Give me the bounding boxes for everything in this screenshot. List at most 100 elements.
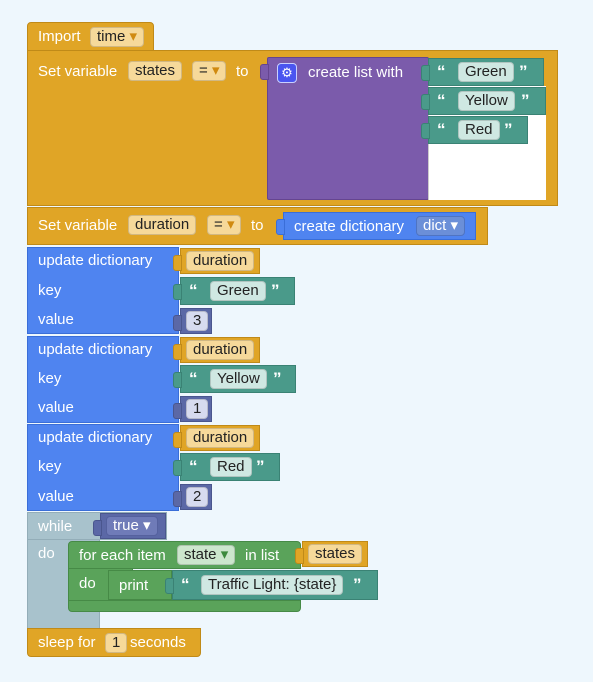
close-quote-icon: ”: [256, 457, 265, 476]
string-field[interactable]: Red: [458, 120, 500, 140]
dropdown-arrow-icon: ▾: [129, 28, 138, 45]
number-field[interactable]: 2: [186, 487, 209, 507]
key-label: key: [38, 282, 62, 299]
dropdown-arrow-icon: ▾: [226, 216, 235, 233]
connector-tab: [276, 219, 285, 235]
key-string-block[interactable]: “ Red ”: [173, 453, 280, 481]
connector-tab: [173, 460, 182, 476]
loop-variable-dropdown[interactable]: state ▾: [177, 545, 236, 565]
import-label: Import: [38, 28, 81, 45]
update-dictionary-label: update dictionary: [38, 252, 153, 269]
variable-field[interactable]: duration: [186, 428, 255, 448]
close-quote-icon: ”: [353, 575, 362, 594]
create-list-label: create list with: [308, 64, 404, 81]
connector-tab: [173, 403, 182, 419]
dropdown-arrow-icon: ▾: [143, 517, 151, 534]
do-label: do: [79, 575, 96, 592]
connector-tab: [260, 64, 269, 80]
sleep-seconds-field[interactable]: 1: [105, 633, 128, 653]
variable-name-field[interactable]: duration: [128, 215, 197, 235]
string-field[interactable]: Yellow: [458, 91, 515, 111]
to-label: to: [236, 63, 249, 80]
key-string-block[interactable]: “ Green ”: [173, 277, 295, 305]
list-item-green[interactable]: “ Green ”: [421, 58, 544, 86]
open-quote-icon: “: [437, 91, 446, 110]
dropdown-arrow-icon: ▾: [220, 546, 229, 563]
string-field[interactable]: Traffic Light: {state}: [201, 575, 344, 595]
operator-value: =: [214, 216, 223, 233]
number-field[interactable]: 1: [186, 399, 209, 419]
string-field[interactable]: Red: [210, 457, 252, 477]
dictionary-variable[interactable]: duration: [173, 248, 260, 274]
update-dictionary-block[interactable]: update dictionary key value: [27, 336, 179, 423]
connector-tab: [173, 372, 182, 388]
string-field[interactable]: Green: [458, 62, 514, 82]
create-dictionary-label: create dictionary: [294, 218, 405, 235]
connector-tab: [165, 578, 174, 594]
print-label: print: [119, 577, 149, 594]
connector-tab: [421, 65, 430, 81]
close-quote-icon: ”: [519, 62, 528, 81]
list-item-red[interactable]: “ Red ”: [421, 116, 528, 144]
for-each-footer: [68, 600, 301, 612]
gear-icon[interactable]: ⚙: [277, 63, 297, 83]
connector-tab: [173, 432, 182, 448]
dict-type-dropdown[interactable]: dict ▾: [416, 216, 466, 236]
condition-dropdown[interactable]: true ▾: [106, 516, 158, 536]
dictionary-variable[interactable]: duration: [173, 425, 260, 451]
dictionary-variable[interactable]: duration: [173, 337, 260, 363]
to-label: to: [251, 217, 264, 234]
import-block[interactable]: Import time ▾: [27, 22, 154, 51]
condition-value: true: [113, 517, 139, 534]
connector-tab: [173, 284, 182, 300]
sleep-for-label: sleep for: [38, 634, 96, 651]
key-label: key: [38, 370, 62, 387]
loop-variable-value: state: [184, 546, 217, 563]
connector-tab: [295, 548, 304, 564]
variable-field[interactable]: duration: [186, 251, 255, 271]
condition-block[interactable]: true ▾: [93, 513, 166, 539]
close-quote-icon: ”: [271, 281, 280, 300]
number-block[interactable]: 2: [173, 484, 212, 510]
key-label: key: [38, 458, 62, 475]
update-dictionary-block[interactable]: update dictionary key value: [27, 247, 179, 334]
dict-type-value: dict: [423, 217, 447, 234]
connector-tab: [421, 123, 430, 139]
in-list-label: in list: [245, 547, 280, 564]
variable-field[interactable]: states: [308, 544, 363, 564]
operator-dropdown[interactable]: = ▾: [192, 61, 227, 81]
key-string-block[interactable]: “ Yellow ”: [173, 365, 296, 393]
number-block[interactable]: 1: [173, 396, 212, 422]
string-field[interactable]: Yellow: [210, 369, 267, 389]
module-name: time: [97, 28, 126, 45]
number-block[interactable]: 3: [173, 308, 212, 334]
update-dictionary-block[interactable]: update dictionary key value: [27, 424, 179, 511]
module-dropdown[interactable]: time ▾: [90, 27, 145, 47]
set-variable-label: Set variable: [38, 63, 118, 80]
for-each-block[interactable]: for each item state ▾ in list: [68, 541, 301, 569]
sleep-block[interactable]: sleep for 1 seconds: [27, 628, 201, 657]
value-label: value: [38, 399, 74, 416]
dropdown-arrow-icon: ▾: [450, 217, 459, 234]
variable-field[interactable]: duration: [186, 340, 255, 360]
variable-name-field[interactable]: states: [128, 61, 183, 81]
list-variable[interactable]: states: [295, 541, 368, 567]
create-list-block[interactable]: ⚙ create list with: [260, 57, 429, 200]
close-quote-icon: ”: [273, 369, 282, 388]
connector-tab: [173, 315, 182, 331]
print-string-block[interactable]: “ Traffic Light: {state} ”: [165, 570, 378, 600]
create-dictionary-block[interactable]: create dictionary dict ▾: [276, 212, 476, 240]
list-item-yellow[interactable]: “ Yellow ”: [421, 87, 546, 115]
connector-tab: [421, 94, 430, 110]
open-quote-icon: “: [181, 575, 190, 594]
close-quote-icon: ”: [521, 91, 530, 110]
operator-dropdown[interactable]: = ▾: [207, 215, 242, 235]
open-quote-icon: “: [189, 281, 198, 300]
while-label: while: [38, 518, 73, 535]
connector-tab: [93, 520, 102, 536]
number-field[interactable]: 3: [186, 311, 209, 331]
update-dictionary-label: update dictionary: [38, 341, 153, 358]
print-block[interactable]: print: [108, 570, 172, 600]
connector-tab: [173, 344, 182, 360]
string-field[interactable]: Green: [210, 281, 266, 301]
